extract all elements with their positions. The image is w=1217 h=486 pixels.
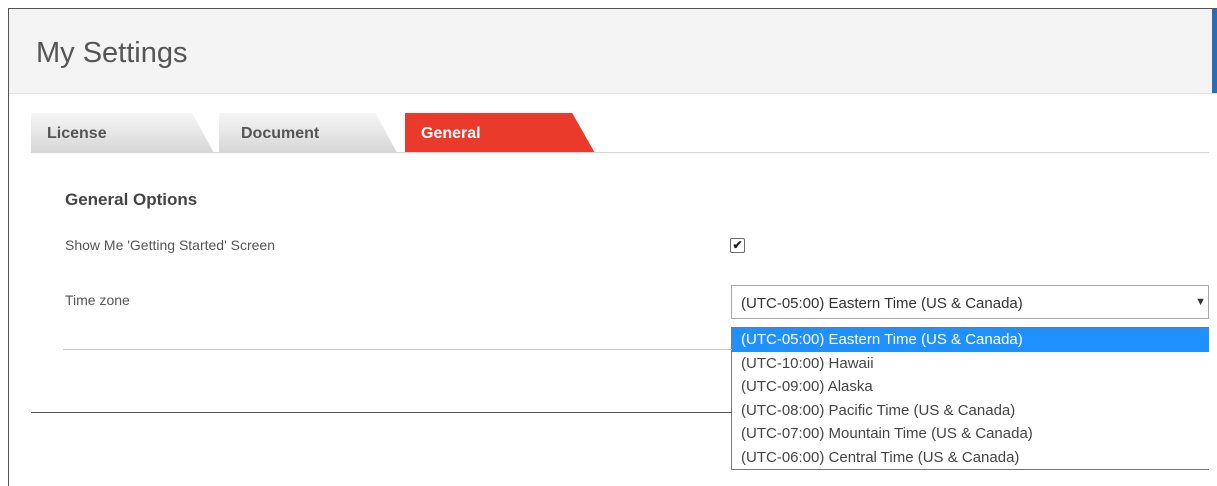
page-title: My Settings xyxy=(36,37,188,69)
timezone-select-value: (UTC-05:00) Eastern Time (US & Canada) xyxy=(741,295,1023,312)
tab-license[interactable]: License xyxy=(31,113,214,153)
checkmark-icon: ✔ xyxy=(732,238,743,252)
getting-started-label: Show Me 'Getting Started' Screen xyxy=(65,237,276,253)
tab-document[interactable]: Document xyxy=(219,113,397,153)
dropdown-arrow-icon: ▼ xyxy=(1195,296,1206,308)
timezone-option[interactable]: (UTC-08:00) Pacific Time (US & Canada) xyxy=(732,399,1209,423)
timezone-option[interactable]: (UTC-10:00) Hawaii xyxy=(732,352,1209,376)
timezone-dropdown-list: (UTC-05:00) Eastern Time (US & Canada) (… xyxy=(731,327,1209,470)
timezone-option[interactable]: (UTC-09:00) Alaska xyxy=(732,375,1209,399)
header-accent-bar xyxy=(1212,9,1217,93)
getting-started-checkbox[interactable]: ✔ xyxy=(730,238,745,253)
timezone-option[interactable]: (UTC-05:00) Eastern Time (US & Canada) xyxy=(732,328,1209,352)
timezone-label: Time zone xyxy=(65,292,130,308)
timezone-select[interactable]: (UTC-05:00) Eastern Time (US & Canada) ▼ xyxy=(731,285,1209,319)
tab-underline xyxy=(31,152,1209,153)
tab-general[interactable]: General xyxy=(405,113,595,153)
section-title: General Options xyxy=(65,190,198,209)
section-divider xyxy=(63,349,732,350)
page-header: My Settings xyxy=(9,9,1217,94)
footer-divider xyxy=(31,412,732,413)
timezone-option[interactable]: (UTC-07:00) Mountain Time (US & Canada) xyxy=(732,422,1209,446)
timezone-option[interactable]: (UTC-06:00) Central Time (US & Canada) xyxy=(732,446,1209,470)
